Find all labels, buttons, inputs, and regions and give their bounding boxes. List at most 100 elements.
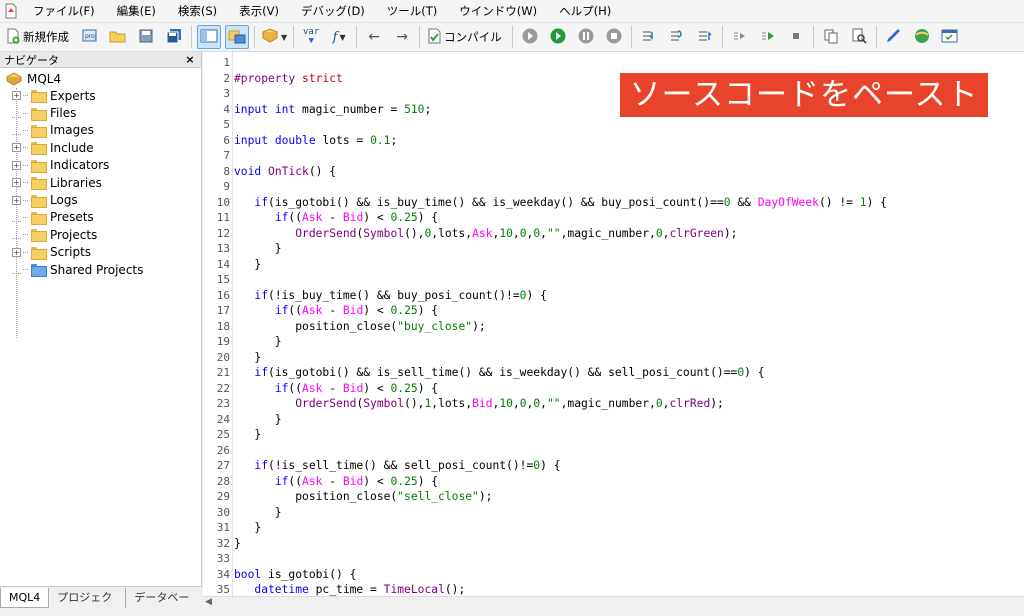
code-line[interactable]: }: [234, 536, 241, 552]
menu-search[interactable]: 検索(S): [167, 0, 228, 22]
code-line[interactable]: if(!is_buy_time() && buy_posi_count()!=0…: [234, 288, 546, 304]
close-icon[interactable]: ×: [183, 53, 197, 66]
code-line[interactable]: bool is_gotobi() {: [234, 567, 356, 583]
tree-root-mql4[interactable]: MQL4: [0, 70, 201, 87]
market-button[interactable]: [910, 25, 934, 49]
stop-small-button[interactable]: [784, 25, 808, 49]
folder-icon: [31, 142, 47, 156]
horizontal-scrollbar[interactable]: ◀: [203, 596, 1024, 608]
code-line[interactable]: if((Ask - Bid) < 0.25) {: [234, 303, 438, 319]
step-out-button[interactable]: [693, 25, 717, 49]
expand-icon[interactable]: +: [12, 91, 21, 101]
tree-item-files[interactable]: Files: [0, 104, 201, 121]
code-line[interactable]: }: [234, 350, 261, 366]
code-line[interactable]: if(is_gotobi() && is_buy_time() && is_we…: [234, 195, 887, 211]
pause-icon: [577, 27, 595, 48]
code-line[interactable]: position_close("buy_close");: [234, 319, 485, 335]
code-line[interactable]: datetime pc_time = TimeLocal();: [234, 582, 465, 596]
insert-function-button[interactable]: f ▼: [327, 25, 351, 49]
line-number: 4: [223, 102, 230, 116]
code-line[interactable]: #property strict: [234, 71, 343, 87]
code-line[interactable]: position_close("sell_close");: [234, 489, 492, 505]
tree-item-shared-projects[interactable]: Shared Projects: [0, 261, 201, 278]
start-debug-button[interactable]: [546, 25, 570, 49]
menu-window[interactable]: ウインドウ(W): [448, 0, 548, 22]
tree-item-indicators[interactable]: + Indicators: [0, 157, 201, 174]
expand-icon[interactable]: +: [12, 160, 21, 170]
code-line[interactable]: }: [234, 505, 282, 521]
tab-database[interactable]: データベース: [126, 588, 202, 616]
open-button[interactable]: [106, 25, 130, 49]
toggle-toolbox-button[interactable]: [225, 25, 249, 49]
play-icon: [549, 27, 567, 48]
expand-icon[interactable]: +: [12, 195, 21, 205]
tab-project[interactable]: プロジェクト: [49, 587, 127, 616]
styler-button[interactable]: ▼: [260, 25, 288, 49]
tree-item-scripts[interactable]: + Scripts: [0, 244, 201, 261]
menu-tools[interactable]: ツール(T): [376, 0, 449, 22]
expand-icon[interactable]: +: [12, 178, 21, 188]
code-editor[interactable]: 1 2 3 4 5 6 7 8 9 10 11 12 13 14 15 16 17 18 19 20 21 22 23 24 2…: [203, 52, 1024, 596]
code-line[interactable]: if(!is_sell_time() && sell_posi_count()!…: [234, 458, 560, 474]
tree-item-logs[interactable]: + Logs: [0, 191, 201, 208]
compile-button[interactable]: コンパイル: [425, 25, 507, 49]
code-line[interactable]: }: [234, 241, 282, 257]
code-line[interactable]: if(is_gotobi() && is_sell_time() && is_w…: [234, 365, 764, 381]
save-button[interactable]: [134, 25, 158, 49]
tree-item-projects[interactable]: Projects: [0, 226, 201, 243]
tab-mql4[interactable]: MQL4: [0, 587, 50, 608]
step-over-button[interactable]: [665, 25, 689, 49]
code-line[interactable]: OrderSend(Symbol(),1,lots,Bid,10,0,0,"",…: [234, 396, 724, 412]
scroll-left-icon[interactable]: ◀: [205, 597, 212, 607]
tree-item-libraries[interactable]: + Libraries: [0, 174, 201, 191]
forward-button[interactable]: →: [390, 25, 414, 49]
toggle-breakpoint-button[interactable]: [728, 25, 752, 49]
pause-button[interactable]: [574, 25, 598, 49]
next-breakpoint-button[interactable]: [756, 25, 780, 49]
save-all-button[interactable]: [162, 25, 186, 49]
code-line[interactable]: input int magic_number = 510;: [234, 102, 431, 118]
code-line[interactable]: }: [234, 412, 282, 428]
tree-item-include[interactable]: + Include: [0, 139, 201, 156]
menu-help[interactable]: ヘルプ(H): [548, 0, 622, 22]
step-into-button[interactable]: [637, 25, 661, 49]
menu-view[interactable]: 表示(V): [228, 0, 290, 22]
copy-document-button[interactable]: [819, 25, 843, 49]
stop-button[interactable]: [602, 25, 626, 49]
code-line[interactable]: }: [234, 257, 261, 273]
code-line[interactable]: if((Ask - Bid) < 0.25) {: [234, 474, 438, 490]
line-number: 1: [223, 56, 230, 69]
code-line[interactable]: input double lots = 0.1;: [234, 133, 397, 149]
line-number: 33: [216, 552, 230, 565]
new-file-button[interactable]: 新規作成: [4, 25, 74, 49]
mql5-community-button[interactable]: [882, 25, 906, 49]
tree-connector: [23, 234, 28, 236]
code-line[interactable]: if((Ask - Bid) < 0.25) {: [234, 381, 438, 397]
menu-debug[interactable]: デバッグ(D): [290, 0, 376, 22]
back-button[interactable]: ←: [362, 25, 386, 49]
code-line[interactable]: if((Ask - Bid) < 0.25) {: [234, 210, 438, 226]
tree-connector: [23, 251, 28, 253]
code-line[interactable]: OrderSend(Symbol(),0,lots,Ask,10,0,0,"",…: [234, 226, 737, 242]
line-number: 9: [223, 180, 230, 193]
start-debug-history-button[interactable]: [518, 25, 542, 49]
chevron-down-icon: ▼: [281, 32, 288, 42]
new-project-button[interactable]: proj: [78, 25, 102, 49]
status-bar: [0, 608, 1024, 616]
code-line[interactable]: void OnTick() {: [234, 164, 336, 180]
code-line[interactable]: }: [234, 334, 282, 350]
tree-item-experts[interactable]: + Experts: [0, 87, 201, 104]
folder-icon: [31, 211, 47, 225]
code-line[interactable]: }: [234, 520, 261, 536]
tree-item-presets[interactable]: Presets: [0, 209, 201, 226]
tree-item-images[interactable]: Images: [0, 122, 201, 139]
toggle-navigator-button[interactable]: [197, 25, 221, 49]
insert-variable-button[interactable]: var ▼: [299, 25, 323, 49]
signals-button[interactable]: [938, 25, 962, 49]
expand-icon[interactable]: +: [12, 247, 21, 257]
expand-icon[interactable]: +: [12, 143, 21, 153]
code-line[interactable]: }: [234, 427, 261, 443]
menu-edit[interactable]: 編集(E): [106, 0, 167, 22]
menu-file[interactable]: ファイル(F): [22, 0, 106, 22]
find-in-files-button[interactable]: [847, 25, 871, 49]
